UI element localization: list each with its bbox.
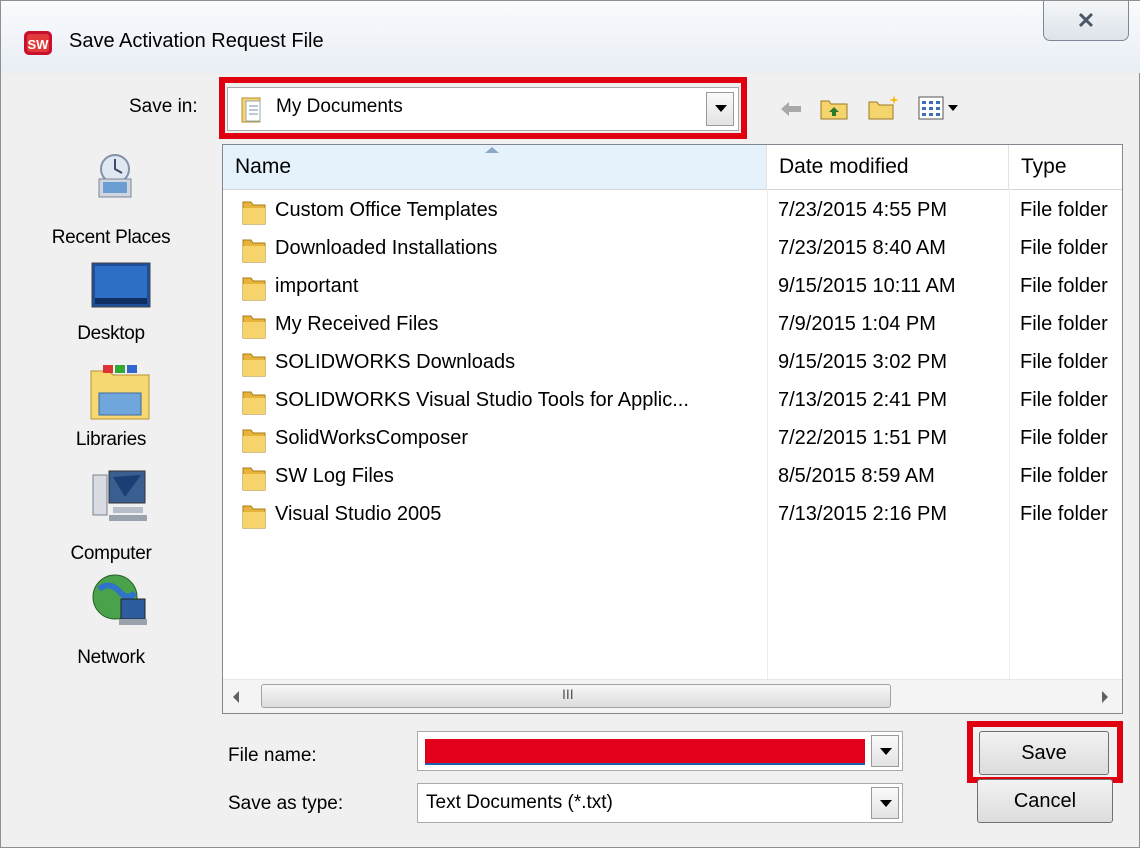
file-date: 7/9/2015 1:04 PM: [778, 313, 936, 335]
file-type: File folder: [1020, 427, 1108, 449]
nav-toolbar: [773, 91, 973, 125]
file-type: File folder: [1020, 199, 1108, 221]
file-type: File folder: [1020, 503, 1108, 525]
place-recent-places[interactable]: Recent Places: [11, 151, 211, 251]
column-header-date[interactable]: Date modified: [767, 145, 1009, 189]
place-libraries[interactable]: Libraries: [11, 363, 211, 463]
place-desktop[interactable]: Desktop: [11, 259, 211, 359]
close-icon: ✕: [1076, 8, 1096, 33]
place-label: Recent Places: [51, 227, 171, 248]
folder-icon: [242, 239, 266, 263]
libraries-icon: [90, 365, 150, 420]
folder-icon: [242, 277, 266, 301]
table-row[interactable]: important 9/15/2015 10:11 AM File folder: [223, 269, 1122, 307]
file-type: File folder: [1020, 389, 1108, 411]
place-label: Computer: [70, 543, 152, 564]
scrollbar-thumb[interactable]: III: [261, 684, 891, 708]
svg-text:SW: SW: [28, 37, 50, 52]
file-date: 7/13/2015 2:41 PM: [778, 389, 948, 411]
file-list: Name Date modified Type Custom Office Te…: [222, 144, 1123, 714]
solidworks-icon: SW: [24, 31, 52, 55]
column-header-type[interactable]: Type: [1009, 145, 1122, 189]
redacted-filename: [425, 739, 865, 765]
save-as-type-value: Text Documents (*.txt): [426, 792, 613, 813]
back-arrow-icon[interactable]: [779, 99, 803, 119]
chevron-down-icon[interactable]: [871, 735, 899, 767]
recent-places-icon: [98, 154, 132, 198]
place-label: Desktop: [77, 323, 145, 344]
save-in-highlight: [219, 77, 747, 139]
file-date: 7/23/2015 8:40 AM: [778, 237, 946, 259]
file-name: SolidWorksComposer: [275, 427, 469, 449]
save-as-type-dropdown[interactable]: Text Documents (*.txt): [417, 783, 903, 823]
file-name: Downloaded Installations: [275, 237, 498, 259]
file-name: SOLIDWORKS Visual Studio Tools for Appli…: [275, 389, 689, 411]
window-title: Save Activation Request File: [69, 30, 324, 52]
file-date: 7/22/2015 1:51 PM: [778, 427, 948, 449]
column-header-row: Name Date modified Type: [223, 145, 1122, 190]
save-in-label: Save in:: [129, 96, 198, 117]
places-bar: Recent Places Desktop Libraries Computer…: [11, 141, 211, 671]
file-type: File folder: [1020, 313, 1108, 335]
computer-icon: [92, 470, 147, 521]
folder-icon: [242, 467, 266, 491]
folder-icon: [242, 353, 266, 377]
table-row[interactable]: SOLIDWORKS Downloads 9/15/2015 3:02 PM Fil…: [223, 345, 1122, 383]
desktop-icon: [91, 262, 151, 308]
file-date: 7/13/2015 2:16 PM: [778, 503, 948, 525]
chevron-down-icon[interactable]: [871, 787, 899, 819]
place-computer[interactable]: Computer: [11, 467, 211, 567]
file-name: My Received Files: [275, 313, 439, 335]
file-type: File folder: [1020, 275, 1108, 297]
file-type: File folder: [1020, 465, 1108, 487]
file-type: File folder: [1020, 351, 1108, 373]
folder-icon: [242, 201, 266, 225]
folder-icon: [242, 315, 266, 339]
file-name: Custom Office Templates: [275, 199, 498, 221]
sort-ascending-icon: [485, 147, 499, 153]
up-folder-icon[interactable]: [819, 95, 849, 121]
scroll-right-icon[interactable]: [1102, 691, 1108, 703]
place-network[interactable]: Network: [11, 571, 211, 671]
new-folder-icon[interactable]: [867, 93, 901, 121]
cancel-button[interactable]: Cancel: [977, 779, 1113, 823]
place-label: Network: [77, 647, 145, 668]
file-name: important: [275, 275, 359, 297]
title-bar[interactable]: SW Save Activation Request File ✕: [1, 1, 1140, 73]
close-button[interactable]: ✕: [1043, 1, 1129, 41]
folder-icon: [242, 391, 266, 415]
table-row[interactable]: Visual Studio 2005 7/13/2015 2:16 PM File …: [223, 497, 1122, 535]
scroll-left-icon[interactable]: [233, 691, 239, 703]
file-date: 8/5/2015 8:59 AM: [778, 465, 935, 487]
file-name: Visual Studio 2005: [275, 503, 442, 525]
file-name: SW Log Files: [275, 465, 394, 487]
filename-label: File name:: [228, 745, 317, 766]
folder-icon: [242, 505, 266, 529]
folder-icon: [242, 429, 266, 453]
save-button-highlight: [967, 721, 1123, 783]
table-row[interactable]: Custom Office Templates 7/23/2015 4:55 PM…: [223, 193, 1122, 231]
table-row[interactable]: SOLIDWORKS Visual Studio Tools for Appli…: [223, 383, 1122, 421]
save-as-type-label: Save as type:: [228, 793, 344, 814]
place-label: Libraries: [75, 429, 147, 450]
horizontal-scrollbar[interactable]: III: [223, 679, 1122, 713]
view-menu-icon[interactable]: [917, 95, 961, 121]
file-name: SOLIDWORKS Downloads: [275, 351, 516, 373]
network-icon: [92, 574, 147, 625]
table-row[interactable]: SolidWorksComposer 7/22/2015 1:51 PM File …: [223, 421, 1122, 459]
save-dialog: SW Save Activation Request File ✕ Save i…: [0, 0, 1140, 848]
file-date: 9/15/2015 3:02 PM: [778, 351, 948, 373]
table-row[interactable]: SW Log Files 8/5/2015 8:59 AM File folder: [223, 459, 1122, 497]
table-row[interactable]: Downloaded Installations 7/23/2015 8:40 A…: [223, 231, 1122, 269]
scrollbar-grip-icon: III: [562, 686, 574, 702]
file-date: 9/15/2015 10:11 AM: [778, 275, 956, 297]
file-type: File folder: [1020, 237, 1108, 259]
file-date: 7/23/2015 4:55 PM: [778, 199, 948, 221]
table-row[interactable]: My Received Files 7/9/2015 1:04 PM File fo…: [223, 307, 1122, 345]
